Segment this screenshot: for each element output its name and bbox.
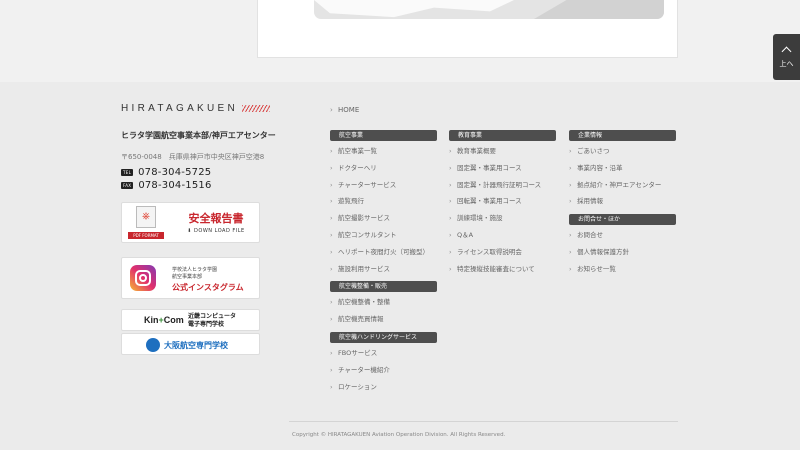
fax-line: FAX 078-304-1516: [121, 180, 212, 191]
pdf-format-label: PDF FORMAT: [128, 232, 164, 239]
acrobat-icon: ⎈: [142, 211, 150, 222]
kinkom-title: 近畿コンピュータ 電子専門学校: [188, 313, 236, 329]
nav-link[interactable]: お知らせ一覧: [569, 265, 676, 273]
instagram-subtitle: 学校法人ヒラタ学園 航空事業本部: [172, 267, 217, 281]
nav-link[interactable]: Q＆A: [449, 231, 556, 239]
nav-link[interactable]: 固定翼・事業用コース: [449, 164, 556, 172]
pdf-icon: ⎈ PDF FORMAT: [128, 206, 164, 240]
access-map-card: [257, 0, 678, 58]
airplane-logo-icon: [146, 338, 160, 352]
fax-number: 078-304-1516: [138, 180, 212, 191]
osaka-school-title: 大阪航空専門学校: [164, 341, 228, 350]
fax-icon: FAX: [121, 182, 134, 189]
footer-logo[interactable]: HIRATAGAKUEN: [121, 103, 271, 114]
map-land-shape: [314, 0, 514, 18]
page-top-label: 上へ: [779, 60, 794, 68]
kinkom-logo-post: Com: [163, 315, 184, 325]
nav-link[interactable]: 固定翼・計器飛行証明コース: [449, 181, 556, 189]
tel-icon: TEL: [121, 169, 134, 176]
nav-link[interactable]: 航空事業一覧: [330, 147, 437, 155]
instagram-banner[interactable]: 学校法人ヒラタ学園 航空事業本部 公式インスタグラム: [121, 257, 260, 299]
nav-header-aviation[interactable]: 航空事業: [330, 130, 437, 141]
download-label: ⬇ DOWN LOAD FILE: [187, 228, 245, 234]
nav-link[interactable]: FBOサービス: [330, 349, 437, 357]
arrow-up-icon: [781, 46, 792, 57]
company-name: ヒラタ学園航空事業本部/神戸エアセンター: [121, 131, 276, 140]
access-map-image[interactable]: [314, 0, 664, 19]
instagram-subtitle-line2: 航空事業本部: [172, 274, 203, 280]
nav-link[interactable]: 教育事業概要: [449, 147, 556, 155]
nav-link[interactable]: チャーター機紹介: [330, 366, 437, 374]
kinkom-logo: Kin+Com: [144, 315, 184, 325]
kinkom-title-line1: 近畿コンピュータ: [188, 313, 237, 320]
nav-column-2: 教育事業 教育事業概要 固定翼・事業用コース 固定翼・計器飛行証明コース 回転翼…: [449, 130, 556, 281]
map-land-shape: [534, 0, 664, 19]
osaka-aviation-school-banner[interactable]: 大阪航空専門学校: [121, 333, 260, 355]
instagram-subtitle-line1: 学校法人ヒラタ学園: [172, 267, 218, 273]
nav-link[interactable]: ドクターヘリ: [330, 164, 437, 172]
nav-link[interactable]: 航空機売買情報: [330, 315, 437, 323]
nav-link[interactable]: お問合せ: [569, 231, 676, 239]
nav-link[interactable]: 個人情報保護方針: [569, 248, 676, 256]
nav-header-maintenance[interactable]: 航空機整備・販売: [330, 281, 437, 293]
nav-header-corporate[interactable]: 企業情報: [569, 130, 676, 141]
nav-column-3: 企業情報 ごあいさつ 事業内容・沿革 拠点紹介・神戸エアセンター 採用情報 お問…: [569, 130, 676, 282]
nav-header-handling[interactable]: 航空機ハンドリングサービス: [330, 331, 437, 343]
kinkom-banner[interactable]: Kin+Com 近畿コンピュータ 電子専門学校: [121, 309, 260, 331]
tel-line: TEL 078-304-5725: [121, 167, 211, 178]
nav-link[interactable]: ヘリポート夜間灯火（可搬型）: [330, 248, 437, 256]
company-address: 〒650-0048 兵庫県神戸市中央区神戸空港8: [121, 153, 265, 161]
nav-link[interactable]: 特定操縦技能審査について: [449, 265, 556, 273]
kinkom-title-line2: 電子専門学校: [188, 321, 225, 328]
nav-link[interactable]: 回転翼・事業用コース: [449, 197, 556, 205]
nav-link[interactable]: チャーターサービス: [330, 181, 437, 189]
kinkom-logo-pre: Kin: [144, 315, 159, 325]
nav-column-1: 航空事業 航空事業一覧 ドクターヘリ チャーターサービス 遊覧飛行 航空撮影サー…: [330, 130, 437, 399]
page-top-button[interactable]: 上へ: [773, 34, 800, 80]
safety-report-banner[interactable]: ⎈ PDF FORMAT 安全報告書 ⬇ DOWN LOAD FILE: [121, 202, 260, 243]
nav-link[interactable]: 事業内容・沿革: [569, 164, 676, 172]
nav-link[interactable]: 拠点紹介・神戸エアセンター: [569, 181, 676, 189]
nav-link[interactable]: 採用情報: [569, 197, 676, 205]
logo-stripes-icon: [242, 105, 271, 112]
nav-header-education[interactable]: 教育事業: [449, 130, 556, 141]
tel-number[interactable]: 078-304-5725: [138, 167, 211, 178]
nav-link[interactable]: 訓練環境・施設: [449, 214, 556, 222]
footer-divider: [289, 421, 678, 422]
instagram-lens-shape: [139, 274, 147, 282]
nav-link[interactable]: ごあいさつ: [569, 147, 676, 155]
nav-link[interactable]: 航空機整備・整備: [330, 298, 437, 306]
nav-link[interactable]: 航空コンサルタント: [330, 231, 437, 239]
home-link[interactable]: HOME: [330, 106, 359, 114]
nav-header-contact[interactable]: お問合せ・ほか: [569, 214, 676, 226]
nav-link[interactable]: 施設利用サービス: [330, 265, 437, 273]
logo-text: HIRATAGAKUEN: [121, 103, 239, 114]
nav-link[interactable]: ライセンス取得説明会: [449, 248, 556, 256]
instagram-title: 公式インスタグラム: [172, 283, 244, 292]
nav-link[interactable]: ロケーション: [330, 383, 437, 391]
safety-report-title: 安全報告書: [188, 212, 244, 225]
copyright: Copyright © HIRATAGAKUEN Aviation Operat…: [292, 432, 506, 438]
nav-link[interactable]: 航空撮影サービス: [330, 214, 437, 222]
instagram-icon: [130, 265, 156, 291]
nav-link[interactable]: 遊覧飛行: [330, 197, 437, 205]
